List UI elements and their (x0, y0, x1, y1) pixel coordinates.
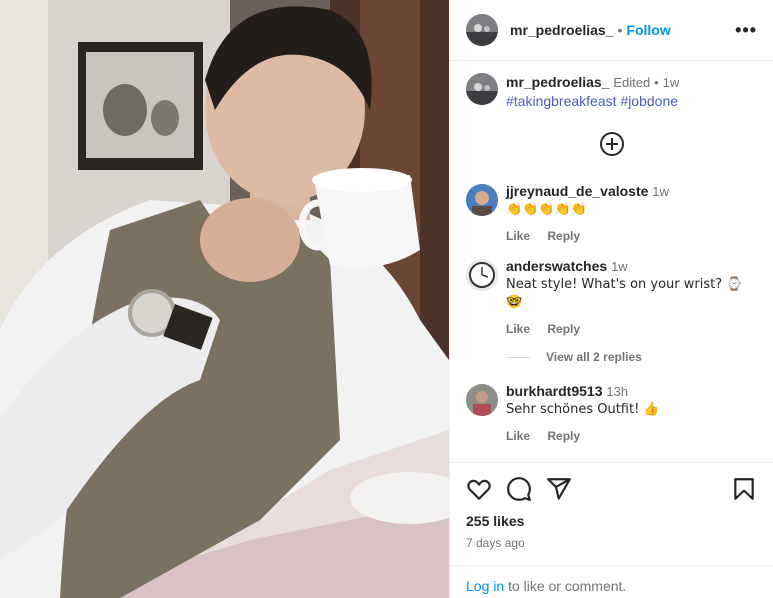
comment-item: burkhardt9513 13h Sehr schönes Outfit! 👍… (466, 382, 757, 443)
heart-icon[interactable] (466, 476, 492, 502)
caption-username[interactable]: mr_pedroelias_ (506, 74, 610, 90)
comment-text-continued: 🤓 (506, 295, 523, 310)
view-replies-label: View all 2 replies (546, 350, 642, 364)
caption-author-avatar[interactable] (466, 73, 498, 105)
comments-list[interactable]: mr_pedroelias_ Edited • 1w #takingbreakf… (450, 61, 773, 462)
reply-button[interactable]: Reply (547, 322, 580, 336)
commenter-username[interactable]: anderswatches (506, 258, 607, 274)
login-prompt-text: to like or comment. (504, 578, 627, 594)
view-replies-button[interactable]: View all 2 replies (506, 350, 757, 364)
comment-item: jjreynaud_de_valoste 1w 👏👏👏👏👏 Like Reply (466, 182, 757, 243)
share-icon[interactable] (546, 476, 572, 502)
avatar-image (466, 14, 498, 46)
commenter-avatar[interactable] (466, 259, 498, 291)
author-username[interactable]: mr_pedroelias_ (510, 22, 614, 38)
post-side-panel: mr_pedroelias_ • Follow ••• mr_pedroelia… (449, 0, 773, 598)
comment-time: 1w (611, 259, 628, 274)
post-photo[interactable] (0, 0, 449, 598)
commenter-avatar[interactable] (466, 184, 498, 216)
comment-text: Neat style! What's on your wrist? ⌚ (506, 277, 743, 292)
avatar-image (466, 259, 498, 291)
like-comment-button[interactable]: Like (506, 229, 530, 243)
post-caption: mr_pedroelias_ Edited • 1w #takingbreakf… (466, 73, 757, 110)
edited-label: Edited (613, 75, 651, 90)
comment-time: 1w (652, 184, 669, 199)
commenter-avatar[interactable] (466, 384, 498, 416)
like-comment-button[interactable]: Like (506, 322, 530, 336)
post-footer: 255 likes 7 days ago Log in to like or c… (450, 462, 773, 594)
comment-text: 👏👏👏👏👏 (506, 202, 587, 217)
separator-dot: • (617, 22, 623, 38)
load-more-comments-icon[interactable] (599, 132, 624, 156)
post-viewer: mr_pedroelias_ • Follow ••• mr_pedroelia… (0, 0, 773, 598)
like-comment-button[interactable]: Like (506, 429, 530, 443)
commenter-username[interactable]: burkhardt9513 (506, 383, 602, 399)
comment-item: anderswatches 1w Neat style! What's on y… (466, 257, 757, 336)
likes-count[interactable]: 255 likes (466, 513, 757, 529)
reply-button[interactable]: Reply (547, 429, 580, 443)
replies-divider (506, 356, 530, 358)
separator-dot: • (654, 75, 659, 90)
author-avatar[interactable] (466, 14, 498, 46)
avatar-image (466, 384, 498, 416)
comment-time: 13h (606, 384, 629, 399)
more-options-icon[interactable]: ••• (735, 20, 757, 41)
avatar-image (466, 184, 498, 216)
follow-button[interactable]: Follow (626, 22, 670, 38)
comment-icon[interactable] (506, 476, 532, 502)
post-date: 7 days ago (466, 536, 525, 550)
caption-time: 1w (662, 75, 680, 90)
post-header: mr_pedroelias_ • Follow ••• (450, 0, 773, 61)
commenter-username[interactable]: jjreynaud_de_valoste (506, 183, 648, 199)
action-bar (466, 463, 757, 515)
login-link[interactable]: Log in (466, 578, 504, 594)
caption-hashtags[interactable]: #takingbreakfeast #jobdone (506, 92, 757, 110)
bookmark-icon[interactable] (731, 476, 757, 502)
avatar-image (466, 73, 498, 105)
login-prompt: Log in to like or comment. (450, 565, 773, 598)
reply-button[interactable]: Reply (547, 229, 580, 243)
comment-text: Sehr schönes Outfit! 👍 (506, 402, 660, 417)
photo-illustration (0, 0, 449, 598)
